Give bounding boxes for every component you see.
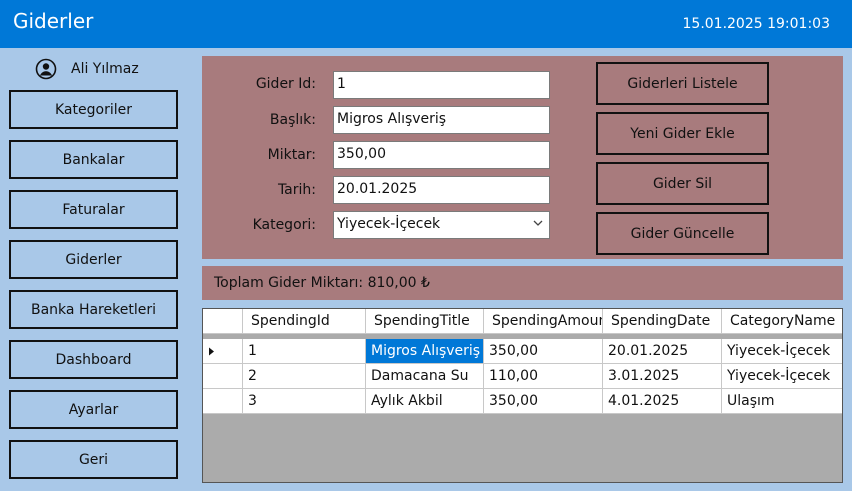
row-header[interactable] bbox=[203, 364, 243, 389]
grid-corner-header bbox=[203, 309, 243, 334]
table-cell-selected[interactable]: Migros Alışveriş bbox=[366, 339, 484, 364]
miktar-label: Miktar: bbox=[267, 147, 316, 163]
table-cell[interactable]: Damacana Su bbox=[366, 364, 484, 389]
table-cell[interactable]: Aylık Akbil bbox=[366, 389, 484, 414]
nav-ayarlar-button[interactable]: Ayarlar bbox=[9, 390, 178, 429]
table-cell[interactable]: 350,00 bbox=[484, 389, 603, 414]
datetime-display: 15.01.2025 19:01:03 bbox=[682, 16, 831, 32]
update-expense-button[interactable]: Gider Güncelle bbox=[596, 212, 769, 255]
nav-giderler-button[interactable]: Giderler bbox=[9, 240, 178, 279]
column-header-categoryname[interactable]: CategoryName bbox=[722, 309, 842, 334]
delete-expense-button[interactable]: Gider Sil bbox=[596, 162, 769, 205]
table-cell[interactable]: 2 bbox=[243, 364, 366, 389]
total-amount-text: Toplam Gider Miktarı: 810,00 ₺ bbox=[214, 275, 430, 291]
expenses-grid[interactable]: SpendingId SpendingTitle SpendingAmount … bbox=[202, 308, 843, 483]
user-name: Ali Yılmaz bbox=[71, 61, 139, 77]
current-row-arrow-icon bbox=[209, 347, 214, 356]
table-cell[interactable]: 3.01.2025 bbox=[603, 364, 722, 389]
grid-header-row: SpendingId SpendingTitle SpendingAmount … bbox=[203, 309, 842, 334]
expense-form-panel: Gider Id: Başlık: Miktar: Tarih: Kategor… bbox=[202, 56, 843, 259]
list-expenses-button[interactable]: Giderleri Listele bbox=[596, 62, 769, 105]
nav-geri-button[interactable]: Geri bbox=[9, 440, 178, 479]
kategori-label: Kategori: bbox=[252, 217, 316, 233]
table-cell[interactable]: 20.01.2025 bbox=[603, 339, 722, 364]
title-bar: Giderler 15.01.2025 19:01:03 bbox=[0, 0, 852, 48]
column-header-spendingid[interactable]: SpendingId bbox=[243, 309, 366, 334]
tarih-label: Tarih: bbox=[277, 182, 316, 198]
table-cell[interactable]: 3 bbox=[243, 389, 366, 414]
gider-id-label: Gider Id: bbox=[255, 76, 316, 92]
table-cell[interactable]: 4.01.2025 bbox=[603, 389, 722, 414]
add-expense-button[interactable]: Yeni Gider Ekle bbox=[596, 112, 769, 155]
window-title: Giderler bbox=[13, 9, 94, 33]
table-cell[interactable]: Yiyecek-İçecek bbox=[722, 364, 842, 389]
table-cell[interactable]: 350,00 bbox=[484, 339, 603, 364]
miktar-input[interactable]: 350,00 bbox=[333, 141, 550, 169]
column-header-spendingamount[interactable]: SpendingAmount bbox=[484, 309, 603, 334]
baslik-label: Başlık: bbox=[269, 112, 316, 128]
user-info: Ali Yılmaz bbox=[35, 58, 139, 80]
baslik-input[interactable]: Migros Alışveriş bbox=[333, 106, 550, 134]
row-header[interactable] bbox=[203, 389, 243, 414]
kategori-select-value: Yiyecek-İçecek bbox=[337, 216, 441, 232]
table-cell[interactable]: 1 bbox=[243, 339, 366, 364]
nav-banka-hareketleri-button[interactable]: Banka Hareketleri bbox=[9, 290, 178, 329]
table-row[interactable]: 2 Damacana Su 110,00 3.01.2025 Yiyecek-İ… bbox=[203, 364, 842, 389]
row-header[interactable] bbox=[203, 339, 243, 364]
column-header-spendingtitle[interactable]: SpendingTitle bbox=[366, 309, 484, 334]
nav-bankalar-button[interactable]: Bankalar bbox=[9, 140, 178, 179]
tarih-input[interactable]: 20.01.2025 bbox=[333, 176, 550, 204]
table-row[interactable]: 1 Migros Alışveriş 350,00 20.01.2025 Yiy… bbox=[203, 339, 842, 364]
gider-id-input[interactable]: 1 bbox=[333, 71, 550, 99]
nav-dashboard-button[interactable]: Dashboard bbox=[9, 340, 178, 379]
user-circle-icon bbox=[35, 58, 57, 80]
table-cell[interactable]: Ulaşım bbox=[722, 389, 842, 414]
nav-kategoriler-button[interactable]: Kategoriler bbox=[9, 90, 178, 129]
column-header-spendingdate[interactable]: SpendingDate bbox=[603, 309, 722, 334]
chevron-down-icon bbox=[533, 220, 543, 226]
kategori-select[interactable]: Yiyecek-İçecek bbox=[333, 211, 550, 239]
sidebar: Ali Yılmaz Kategoriler Bankalar Faturala… bbox=[0, 48, 190, 491]
nav-faturalar-button[interactable]: Faturalar bbox=[9, 190, 178, 229]
table-row[interactable]: 3 Aylık Akbil 350,00 4.01.2025 Ulaşım bbox=[203, 389, 842, 414]
table-cell[interactable]: Yiyecek-İçecek bbox=[722, 339, 842, 364]
table-cell[interactable]: 110,00 bbox=[484, 364, 603, 389]
total-bar: Toplam Gider Miktarı: 810,00 ₺ bbox=[202, 266, 843, 300]
